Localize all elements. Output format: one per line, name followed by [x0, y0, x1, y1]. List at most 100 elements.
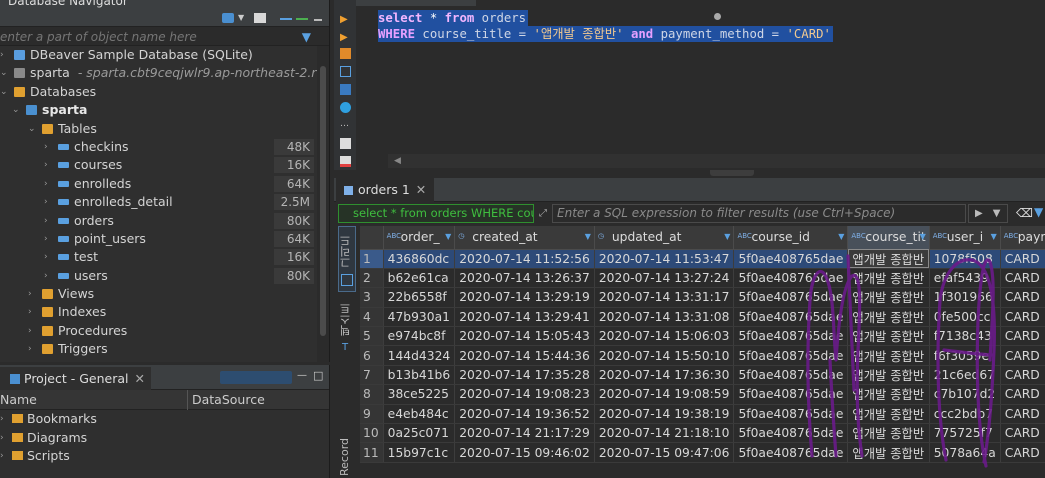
table-cell[interactable]: 앱개발 종합반 [847, 365, 930, 386]
scroll-left-icon[interactable]: ◀ [394, 156, 401, 166]
table-cell[interactable]: 앱개발 종합반 [847, 404, 930, 425]
table-cell[interactable]: CARD [1000, 384, 1045, 405]
navigator-tab[interactable]: Database Navigator [8, 0, 128, 8]
column-sort-icon[interactable]: ▼ [920, 232, 926, 241]
column-header[interactable]: ABCcourse_id ▼ [733, 226, 849, 250]
table-cell[interactable]: 2020-07-14 15:06:03 [594, 326, 735, 347]
table-cell[interactable]: 0a25c071 [383, 423, 456, 444]
maximize-icon[interactable]: □ [313, 369, 323, 382]
table-cell[interactable]: efaf5439 [929, 268, 1001, 289]
record-tab-label[interactable]: Record [338, 434, 356, 478]
project-toolbar-icons[interactable] [220, 371, 292, 384]
table-cell[interactable]: 5078a64a [929, 442, 1001, 463]
table-cell[interactable]: f6f3059e [929, 345, 1001, 366]
table-cell[interactable]: 5f0ae408765dae [733, 365, 849, 386]
table-cell[interactable]: 2020-07-14 19:08:23 [454, 384, 595, 405]
tree-item[interactable]: › Views [0, 285, 316, 303]
collapsed-chevron-icon[interactable]: › [28, 322, 38, 340]
collapsed-chevron-icon[interactable]: › [28, 285, 38, 303]
table-cell[interactable]: 21c6ed67 [929, 365, 1001, 386]
filter-icon[interactable]: ▼ [1034, 205, 1043, 219]
table-cell[interactable]: CARD [1000, 287, 1045, 308]
table-row[interactable]: 8 38ce5225 2020-07-14 19:08:23 2020-07-14 1… [360, 384, 1045, 405]
table-cell[interactable]: 5f0ae408765dae [733, 345, 849, 366]
table-row[interactable]: 3 22b6558f 2020-07-14 13:29:19 2020-07-14 1… [360, 287, 1045, 308]
table-cell[interactable]: 앱개발 종합반 [847, 345, 930, 366]
sql-line-2[interactable]: WHERE course_title = '앱개발 종합반' and payme… [378, 26, 833, 42]
column-header[interactable]: ◷ created_at ▼ [454, 226, 595, 250]
editor-results-splitter[interactable] [334, 170, 1045, 178]
row-number[interactable]: 4 [360, 307, 384, 328]
expanded-chevron-icon[interactable]: ⌄ [28, 120, 38, 138]
table-cell[interactable]: 앱개발 종합반 [847, 423, 930, 444]
result-filter-input[interactable]: Enter a SQL expression to filter results… [552, 204, 966, 223]
table-cell[interactable]: 앱개발 종합반 [847, 307, 930, 328]
column-header[interactable]: ABCorder_ ▼ [383, 226, 456, 250]
tree-item[interactable]: › test 16K [0, 248, 316, 266]
grid-corner[interactable] [360, 226, 384, 250]
table-cell[interactable]: 2020-07-14 11:53:47 [594, 249, 735, 269]
tree-item[interactable]: › checkins 48K [0, 138, 316, 156]
collapsed-chevron-icon[interactable]: › [0, 46, 10, 64]
tree-item[interactable]: › DBeaver Sample Database (SQLite) [0, 46, 316, 64]
table-cell[interactable]: 2020-07-14 13:26:37 [454, 268, 595, 289]
table-cell[interactable]: 5f0ae408765dae [733, 404, 849, 425]
expand-icon[interactable]: ⤢ [535, 204, 551, 223]
table-cell[interactable]: 2020-07-14 19:36:52 [454, 404, 595, 425]
column-header[interactable]: ABCuser_i ▼ [929, 226, 1001, 250]
table-cell[interactable]: 앱개발 종합반 [847, 384, 930, 405]
table-cell[interactable]: 5f0ae408765dae [733, 326, 849, 347]
collapse-all-icon[interactable] [280, 18, 292, 20]
editor-tab[interactable] [356, 0, 476, 6]
project-item[interactable]: › Diagrams [0, 429, 329, 448]
table-cell[interactable]: 2020-07-14 13:31:08 [594, 307, 735, 328]
table-cell[interactable]: 22b6558f [383, 287, 456, 308]
terminal-icon[interactable] [340, 84, 351, 95]
query-text-box[interactable]: select * from orders WHERE cou [338, 204, 534, 223]
collapsed-chevron-icon[interactable]: › [44, 267, 54, 285]
row-number[interactable]: 11 [360, 442, 384, 463]
table-row[interactable]: 6 144d4324 2020-07-14 15:44:36 2020-07-14 1… [360, 345, 1045, 366]
table-cell[interactable]: 앱개발 종합반 [847, 249, 930, 269]
row-number[interactable]: 5 [360, 326, 384, 347]
table-cell[interactable]: 5f0ae408765dae [733, 307, 849, 328]
table-cell[interactable]: 2020-07-15 09:46:02 [454, 442, 595, 463]
row-number[interactable]: 3 [360, 287, 384, 308]
more-icon[interactable]: … [340, 120, 351, 131]
tree-item[interactable]: › enrolleds_detail 2.5M [0, 193, 316, 211]
close-icon[interactable]: ✕ [416, 182, 426, 197]
tree-item[interactable]: › Triggers [0, 340, 316, 358]
table-cell[interactable]: 5f0ae408765dae [733, 268, 849, 289]
table-cell[interactable]: 2020-07-14 13:27:24 [594, 268, 735, 289]
table-cell[interactable]: CARD [1000, 326, 1045, 347]
table-cell[interactable]: 5f0ae408765dae [733, 287, 849, 308]
sql-editor[interactable]: ▶ ▶ … select * from orders WHERE course_… [334, 0, 1045, 172]
row-number[interactable]: 9 [360, 404, 384, 425]
table-cell[interactable]: b62e61ca [383, 268, 456, 289]
results-grid[interactable]: ABCorder_ ▼ ◷ created_at ▼ ◷ updated_at ▼ ABCcou… [360, 226, 1045, 478]
table-cell[interactable]: 5f0ae408765dae [733, 442, 849, 463]
table-cell[interactable]: 15b97c1c [383, 442, 456, 463]
filter-apply-buttons[interactable]: ▶ ▼ [968, 204, 1008, 223]
grid-icon[interactable] [341, 274, 353, 286]
project-item[interactable]: › Bookmarks [0, 410, 329, 429]
execute-new-tab-icon[interactable] [340, 48, 351, 59]
table-cell[interactable]: 2020-07-14 15:44:36 [454, 345, 595, 366]
table-cell[interactable]: CARD [1000, 404, 1045, 425]
tree-item[interactable]: ⌄ Databases [0, 83, 316, 101]
table-cell[interactable]: CARD [1000, 365, 1045, 386]
table-cell[interactable]: 2020-07-14 13:29:41 [454, 307, 595, 328]
table-cell[interactable]: e4eb484c [383, 404, 456, 425]
project-item[interactable]: › Scripts [0, 447, 329, 466]
table-cell[interactable]: 38ce5225 [383, 384, 456, 405]
table-cell[interactable]: b13b41b6 [383, 365, 456, 386]
table-cell[interactable]: 2020-07-14 21:18:10 [594, 423, 735, 444]
table-cell[interactable]: CARD [1000, 249, 1045, 269]
table-cell[interactable]: CARD [1000, 442, 1045, 463]
table-cell[interactable]: CARD [1000, 345, 1045, 366]
table-cell[interactable]: 5f0ae408765dae [733, 384, 849, 405]
table-row[interactable]: 7 b13b41b6 2020-07-14 17:35:28 2020-07-14 1… [360, 365, 1045, 386]
column-sort-icon[interactable]: ▼ [991, 232, 997, 241]
splitter-grip[interactable] [710, 170, 754, 176]
table-cell[interactable]: 1078f508 [929, 249, 1001, 269]
